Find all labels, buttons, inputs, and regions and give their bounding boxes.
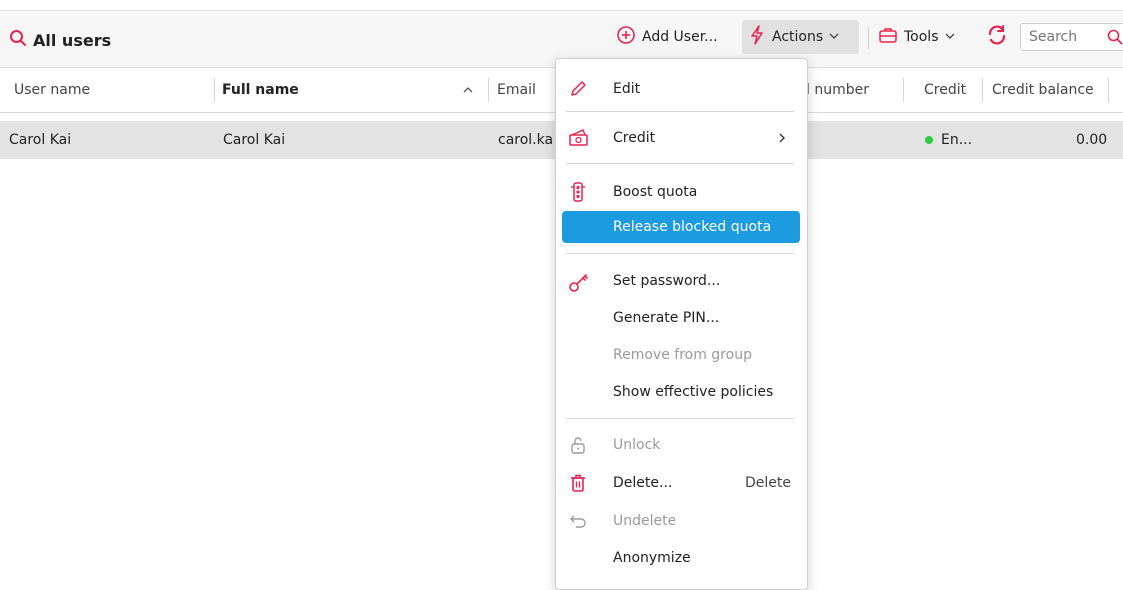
menu-item-generate-pin[interactable]: Generate PIN... [556,302,807,334]
menu-divider [566,111,794,112]
column-header-email[interactable]: Email [497,68,536,112]
add-user-label: Add User... [642,29,718,45]
menu-item-remove-from-group[interactable]: Remove from group [556,339,807,371]
menu-item-delete-label: Delete... [613,475,673,491]
column-divider[interactable] [1108,78,1109,102]
toolbox-icon [878,26,898,48]
search-icon [9,29,27,51]
page-title-text: All users [33,30,112,50]
sort-up-icon[interactable] [462,68,474,112]
menu-item-show-effective-policies-label: Show effective policies [613,384,774,400]
menu-item-show-effective-policies[interactable]: Show effective policies [556,376,807,408]
menu-item-delete-shortcut: Delete [745,475,791,491]
chevron-right-icon [777,122,787,154]
menu-divider [566,418,794,419]
chevron-down-icon [945,29,955,45]
menu-item-edit[interactable]: Edit [556,73,807,105]
menu-item-boost-quota-label: Boost quota [613,184,698,200]
menu-item-credit-label: Credit [613,130,656,146]
column-divider[interactable] [982,78,983,102]
search-box[interactable] [1020,23,1123,51]
page-title: All users [9,29,111,51]
refresh-button[interactable] [985,20,1009,54]
traffic-light-icon [568,182,588,202]
column-divider[interactable] [903,78,904,102]
actions-button[interactable]: Actions [742,20,859,54]
cell-email: carol.ka [498,132,554,148]
menu-item-set-password[interactable]: Set password... [556,265,807,297]
trash-icon [568,473,588,493]
pencil-icon [568,79,588,99]
column-divider[interactable] [214,78,215,102]
actions-label: Actions [772,29,824,45]
menu-item-boost-quota[interactable]: Boost quota [556,176,807,208]
column-header-user-name[interactable]: User name [14,68,90,112]
menu-item-anonymize[interactable]: Anonymize [556,542,807,574]
search-icon[interactable] [1107,29,1123,49]
chevron-down-icon [829,29,839,45]
column-header-full-name[interactable]: Full name [222,68,299,112]
key-icon [568,271,588,292]
add-user-button[interactable]: Add User... [616,20,718,54]
window-top-strip [0,0,1123,11]
status-dot [925,136,933,144]
actions-menu: Edit Credit Boost quota Release blocked … [555,58,808,590]
tools-button[interactable]: Tools [878,20,955,54]
menu-item-credit[interactable]: Credit [556,122,807,154]
menu-item-undelete-label: Undelete [613,513,677,529]
undo-icon [568,511,588,531]
menu-item-set-password-label: Set password... [613,273,721,289]
cell-user-name: Carol Kai [9,132,72,148]
money-icon [568,128,588,148]
menu-item-delete[interactable]: Delete... Delete [556,467,807,499]
refresh-icon [985,23,1009,51]
menu-item-release-blocked-quota[interactable]: Release blocked quota [562,211,800,243]
menu-item-undelete[interactable]: Undelete [556,505,807,537]
column-header-credit[interactable]: Credit [924,68,966,112]
add-circle-icon [616,25,636,49]
column-header-credit-balance[interactable]: Credit balance [992,68,1094,112]
cell-credit: En... [925,121,972,159]
cell-credit-balance: 0.00 [1076,132,1108,148]
column-divider[interactable] [488,78,489,102]
lightning-icon [748,25,766,49]
cell-credit-text: En... [941,132,973,148]
cell-full-name: Carol Kai [223,132,286,148]
toolbar-divider [868,27,869,49]
search-input[interactable] [1021,24,1099,50]
unlock-icon [568,435,588,455]
menu-item-release-blocked-quota-label: Release blocked quota [613,219,772,235]
menu-divider [566,163,794,164]
menu-item-unlock[interactable]: Unlock [556,429,807,461]
tools-label: Tools [904,29,939,45]
menu-item-remove-from-group-label: Remove from group [613,347,752,363]
menu-divider [566,253,794,254]
menu-item-anonymize-label: Anonymize [613,550,691,566]
menu-item-unlock-label: Unlock [613,437,661,453]
menu-item-generate-pin-label: Generate PIN... [613,310,720,326]
menu-item-edit-label: Edit [613,81,641,97]
